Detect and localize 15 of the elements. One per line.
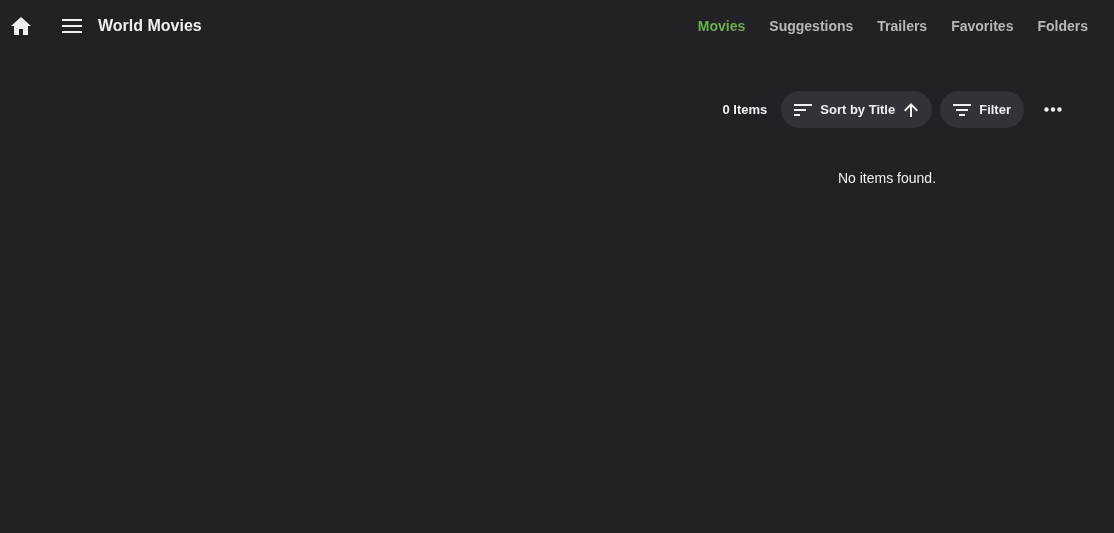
menu-icon	[62, 19, 82, 33]
sort-icon	[794, 103, 813, 116]
more-icon	[1044, 107, 1062, 112]
empty-message: No items found.	[837, 170, 937, 186]
home-icon	[10, 16, 32, 36]
item-count: 0 Items	[722, 102, 768, 117]
filter-button[interactable]: Filter	[940, 91, 1024, 128]
nav-tab[interactable]: Suggestions	[761, 14, 862, 38]
nav-tab[interactable]: Trailers	[869, 14, 936, 38]
filter-icon	[953, 103, 972, 116]
sort-button[interactable]: Sort by Title	[781, 91, 933, 128]
page-title: World Movies	[98, 17, 202, 35]
nav-tab[interactable]: Favorites	[943, 14, 1022, 38]
nav-tab[interactable]: Folders	[1029, 14, 1096, 38]
nav-tab[interactable]: Movies	[689, 14, 754, 38]
